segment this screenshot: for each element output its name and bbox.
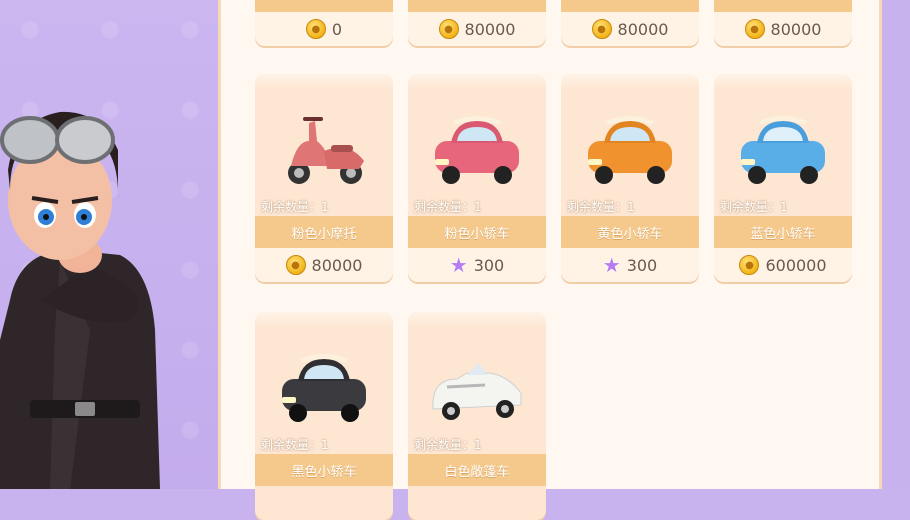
price: 300: [626, 255, 658, 275]
item-name-bar: [255, 0, 393, 12]
item-name: 白色敞篷车: [408, 454, 546, 486]
shop-card[interactable]: ● 80000: [561, 0, 699, 46]
remaining-quantity: 剩余数量：1: [261, 438, 329, 452]
coin-icon: ●: [305, 19, 326, 39]
coin-icon: ●: [591, 19, 612, 39]
item-name: 黄色小轿车: [561, 216, 699, 248]
remaining-quantity: 剩余数量：1: [414, 200, 482, 214]
price: 0: [331, 19, 343, 39]
remaining-quantity: 剩余数量：1: [720, 200, 788, 214]
item-name-bar: [714, 0, 852, 12]
price-bar: ● 600000: [714, 248, 852, 282]
price-bar: ● 80000: [561, 12, 699, 46]
star-icon: ★: [602, 253, 621, 277]
price: 600000: [765, 255, 827, 275]
price: 300: [473, 255, 505, 275]
shop-panel: ● 0 ● 80000 ● 80000 ● 80000 剩余数量：1 粉色小摩托…: [218, 0, 882, 520]
item-name: 蓝色小轿车: [714, 216, 852, 248]
character-panel: [0, 0, 218, 489]
price: 80000: [464, 19, 516, 39]
price: 80000: [617, 19, 669, 39]
car-icon: [265, 334, 383, 444]
shop-card[interactable]: ● 80000: [714, 0, 852, 46]
scooter-icon: [265, 96, 383, 206]
item-name: 黑色小轿车: [255, 454, 393, 486]
price-bar: ● 80000: [408, 12, 546, 46]
character-illustration: [0, 111, 160, 489]
remaining-quantity: 剩余数量：1: [414, 438, 482, 452]
star-icon: ★: [449, 253, 468, 277]
price-bar: ● 80000: [714, 12, 852, 46]
price-bar: ● 0: [255, 12, 393, 46]
right-border: [882, 0, 910, 489]
shop-card-pink-scooter[interactable]: 剩余数量：1 粉色小摩托 ● 80000: [255, 74, 393, 282]
price-bar: ● 80000: [255, 248, 393, 282]
item-name-bar: [561, 0, 699, 12]
coin-icon: ●: [285, 255, 306, 275]
shop-card-blue-car[interactable]: 剩余数量：1 蓝色小轿车 ● 600000: [714, 74, 852, 282]
remaining-quantity: 剩余数量：1: [261, 200, 329, 214]
item-name-bar: [408, 0, 546, 12]
shop-card-pink-car[interactable]: 剩余数量：1 粉色小轿车 ★ 300: [408, 74, 546, 282]
car-icon: [418, 96, 536, 206]
price-bar: ★ 300: [408, 248, 546, 282]
convertible-icon: [418, 334, 536, 444]
coin-icon: ●: [739, 255, 760, 275]
coin-icon: ●: [744, 19, 765, 39]
shop-card[interactable]: ● 0: [255, 0, 393, 46]
shop-card-orange-car[interactable]: 剩余数量：1 黄色小轿车 ★ 300: [561, 74, 699, 282]
car-icon: [571, 96, 689, 206]
shop-card[interactable]: ● 80000: [408, 0, 546, 46]
car-icon: [724, 96, 842, 206]
price: 80000: [311, 255, 363, 275]
item-name: 粉色小摩托: [255, 216, 393, 248]
item-name: 粉色小轿车: [408, 216, 546, 248]
coin-icon: ●: [438, 19, 459, 39]
remaining-quantity: 剩余数量：1: [567, 200, 635, 214]
price-bar: ★ 300: [561, 248, 699, 282]
price: 80000: [770, 19, 822, 39]
